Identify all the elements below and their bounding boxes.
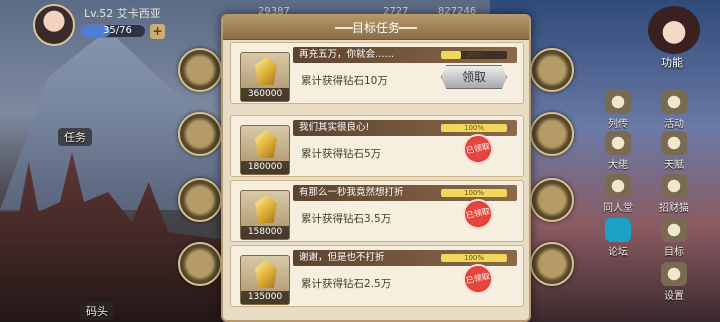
task-progress-bar: 100% (441, 124, 507, 132)
task-row: 360000 再充五万，你就会…… 30% 累计获得钻石10万 领取 (230, 42, 524, 104)
task-name-bar: 谢谢，但是也不打折 100% (293, 250, 517, 266)
energy-plus-button[interactable]: + (150, 24, 165, 39)
task-progress-bar: 30% (441, 51, 507, 59)
menu-label: 目标 (664, 247, 684, 258)
left-menu-btn-2[interactable] (178, 112, 222, 156)
boss-icon (605, 131, 631, 155)
task-row: 180000 我们其实很良心! 100% 累计获得钻石5万 已领取 (230, 115, 524, 177)
claimed-stamp: 已领取 (460, 196, 496, 232)
task-progress-bar: 100% (441, 189, 507, 197)
task-progress-text: 100% (463, 124, 484, 132)
right-menu-btn-2[interactable] (530, 112, 574, 156)
menu-item-forum[interactable]: 论坛 (600, 218, 636, 258)
task-name: 再充五万，你就会…… (299, 49, 395, 60)
left-menu-btn-3[interactable] (178, 178, 222, 222)
task-tag[interactable]: 任务 (58, 128, 92, 146)
event-icon (661, 90, 687, 114)
menu-item-boss[interactable]: 大佬 (600, 131, 636, 171)
task-name-bar: 我们其实很良心! 100% (293, 120, 517, 136)
player-avatar[interactable] (33, 4, 75, 46)
task-description: 累计获得钻石5万 (301, 148, 382, 160)
player-level-name: Lv.52 艾卡西亚 (84, 5, 161, 21)
right-menu-btn-3[interactable] (530, 178, 574, 222)
menu-label: 天赋 (664, 160, 684, 171)
left-menu-btn-4[interactable] (178, 242, 222, 286)
reward-amount: 135000 (241, 291, 289, 304)
claim-button[interactable]: 领取 (441, 65, 507, 89)
menu-item-biography[interactable]: 列传 (600, 90, 636, 130)
task-name-bar: 再充五万，你就会…… 30% (293, 47, 517, 63)
task-name: 谢谢，但是也不打折 (299, 252, 385, 263)
reward-badge: 360000 (240, 52, 290, 102)
menu-label: 列传 (608, 119, 628, 130)
energy-bar: 35/76 (80, 24, 146, 38)
task-progress-text: 100% (463, 254, 484, 262)
lucky-cat-icon (661, 174, 687, 198)
claimed-stamp: 已领取 (460, 261, 496, 297)
book-icon (605, 90, 631, 114)
energy-value: 35/76 (103, 25, 132, 36)
menu-item-talent[interactable]: 天赋 (656, 131, 692, 171)
mascot-avatar[interactable] (648, 6, 700, 54)
function-label[interactable]: 功能 (661, 54, 683, 70)
menu-item-lucky-cat[interactable]: 招财猫 (656, 174, 692, 214)
task-name-bar: 有那么一秒我竟然想打折 100% (293, 185, 517, 201)
menu-item-settings[interactable]: 设置 (656, 262, 692, 302)
task-row: 135000 谢谢，但是也不打折 100% 累计获得钻石2.5万 已领取 (230, 245, 524, 307)
menu-label: 大佬 (608, 160, 628, 171)
menu-label: 招财猫 (659, 203, 689, 214)
claimed-stamp: 已领取 (460, 131, 496, 167)
task-progress-text: 100% (463, 189, 484, 197)
task-progress-bar: 100% (441, 254, 507, 262)
reward-amount: 158000 (241, 226, 289, 239)
reward-amount: 180000 (241, 161, 289, 174)
menu-item-hall[interactable]: 同人堂 (600, 174, 636, 214)
menu-item-event[interactable]: 活动 (656, 90, 692, 130)
right-menu-btn-1[interactable] (530, 48, 574, 92)
port-tag[interactable]: 码头 (80, 302, 114, 320)
diamond-icon (255, 130, 277, 158)
reward-badge: 135000 (240, 255, 290, 305)
menu-label: 论坛 (608, 247, 628, 258)
task-progress-text: 30% (466, 51, 482, 59)
reward-badge: 180000 (240, 125, 290, 175)
task-description: 累计获得钻石10万 (301, 75, 388, 87)
reward-amount: 360000 (241, 88, 289, 101)
task-description: 累计获得钻石2.5万 (301, 278, 392, 290)
menu-label: 同人堂 (603, 203, 633, 214)
player-name: 艾卡西亚 (116, 7, 161, 20)
dialog-title: 目标任务 (223, 16, 529, 40)
right-menu-btn-4[interactable] (530, 242, 574, 286)
settings-icon (661, 262, 687, 286)
diamond-icon (255, 57, 277, 85)
task-name: 我们其实很良心! (299, 122, 370, 133)
hall-icon (605, 174, 631, 198)
talent-icon (661, 131, 687, 155)
diamond-icon (255, 260, 277, 288)
reward-badge: 158000 (240, 190, 290, 240)
target-icon (661, 218, 687, 242)
player-level: Lv.52 (84, 7, 114, 20)
menu-label: 设置 (664, 291, 684, 302)
diamond-icon (255, 195, 277, 223)
menu-label: 活动 (664, 119, 684, 130)
left-menu-btn-1[interactable] (178, 48, 222, 92)
menu-item-target[interactable]: 目标 (656, 218, 692, 258)
target-task-dialog: 目标任务 360000 再充五万，你就会…… 30% 累计获得钻石10万 领取 … (221, 14, 531, 322)
task-description: 累计获得钻石3.5万 (301, 213, 392, 225)
task-name: 有那么一秒我竟然想打折 (299, 187, 404, 198)
task-row: 158000 有那么一秒我竟然想打折 100% 累计获得钻石3.5万 已领取 (230, 180, 524, 242)
tap-forum-icon (605, 218, 631, 242)
